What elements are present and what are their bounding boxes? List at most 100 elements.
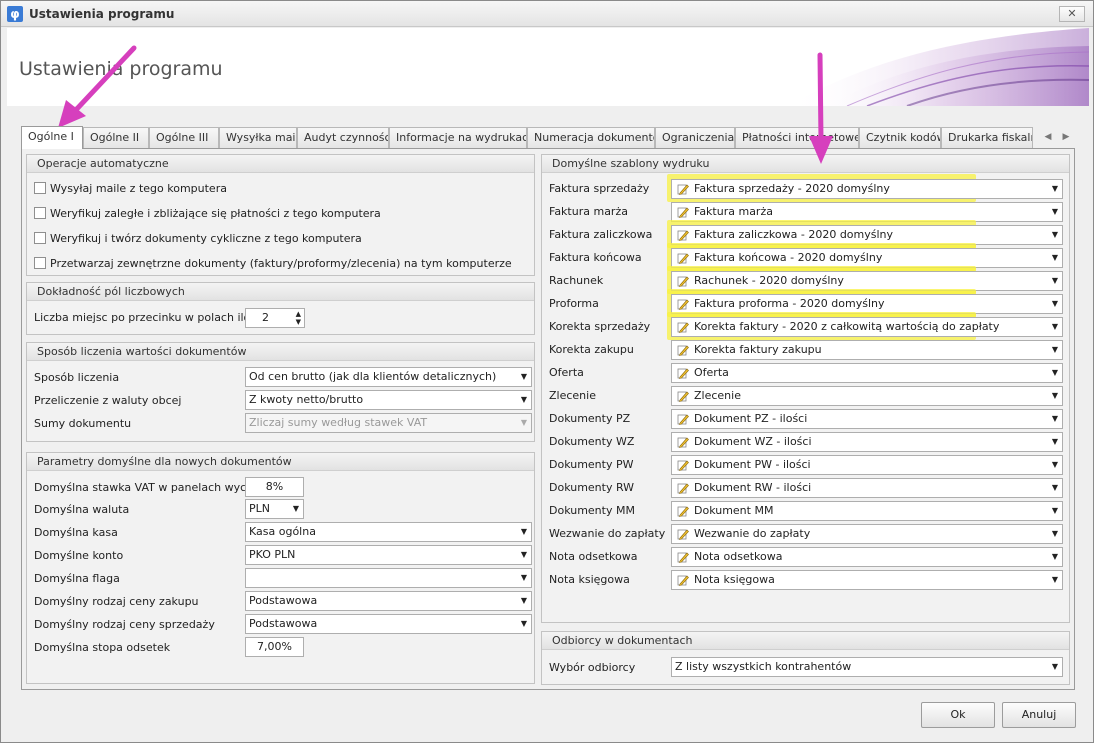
checkbox-send-mail[interactable]: Wysyłaj maile z tego komputera [34, 181, 227, 197]
template-pencil-icon [677, 299, 689, 310]
tab-4[interactable]: Wysyłka maili [219, 127, 297, 148]
template-select[interactable]: Dokument WZ - ilości ▼ [671, 432, 1063, 452]
template-select[interactable]: Korekta faktury - 2020 z całkowitą warto… [671, 317, 1063, 337]
group-title: Domyślne szablony wydruku [542, 155, 1069, 173]
group-title: Parametry domyślne dla nowych dokumentów [27, 453, 534, 471]
template-select[interactable]: Nota odsetkowa ▼ [671, 547, 1063, 567]
template-pencil-icon [677, 184, 689, 195]
currency-conversion-select[interactable]: Z kwoty netto/brutto ▼ [245, 390, 532, 410]
checkbox-box[interactable] [34, 207, 46, 219]
template-pencil-icon [677, 575, 689, 586]
template-label: Wezwanie do zapłaty [549, 527, 666, 540]
default-vat-field[interactable]: 8% [245, 477, 304, 497]
checkbox-external-docs[interactable]: Przetwarzaj zewnętrzne dokumenty (faktur… [34, 256, 512, 272]
template-select[interactable]: Dokument PZ - ilości ▼ [671, 409, 1063, 429]
tab-scroll-left-icon[interactable]: ◀ [1041, 129, 1055, 145]
tab-8[interactable]: Ograniczenia [655, 127, 735, 148]
tab-11[interactable]: Drukarka fiskaln [941, 127, 1033, 148]
template-select[interactable]: Dokument PW - ilości ▼ [671, 455, 1063, 475]
template-select[interactable]: Dokument MM ▼ [671, 501, 1063, 521]
tab-10[interactable]: Czytnik kodów [859, 127, 941, 148]
chevron-down-icon: ▼ [292, 504, 299, 513]
window-title: Ustawienia programu [29, 7, 175, 21]
template-label: Dokumenty PW [549, 458, 634, 471]
template-select[interactable]: Nota księgowa ▼ [671, 570, 1063, 590]
checkbox-box[interactable] [34, 182, 46, 194]
precision-label: Liczba miejsc po przecinku w polach iloś… [34, 311, 266, 324]
template-select[interactable]: Faktura końcowa - 2020 domyślny ▼ [671, 248, 1063, 268]
cancel-button[interactable]: Anuluj [1002, 702, 1076, 728]
tab-7[interactable]: Numeracja dokumentów [527, 127, 655, 148]
default-flag-select[interactable]: ▼ [245, 568, 532, 588]
checkbox-box[interactable] [34, 232, 46, 244]
default-purchase-price-select[interactable]: Podstawowa ▼ [245, 591, 532, 611]
template-label: Nota księgowa [549, 573, 630, 586]
tab-9[interactable]: Płatności internetowe [735, 127, 859, 148]
template-label: Nota odsetkowa [549, 550, 638, 563]
calc-group: Sposób liczenia wartości dokumentów Spos… [26, 342, 535, 442]
template-select[interactable]: Faktura marża ▼ [671, 202, 1063, 222]
page-title: Ustawienia programu [19, 58, 223, 80]
tab-strip: Ogólne I Ogólne II Ogólne III Wysyłka maili… [21, 126, 1073, 149]
stepper-up-icon[interactable]: ▲ [296, 310, 301, 318]
settings-window: φ Ustawienia programu ✕ Ustawienia progr… [0, 0, 1094, 743]
ok-button[interactable]: Ok [921, 702, 995, 728]
chevron-down-icon: ▼ [520, 527, 527, 536]
chevron-down-icon: ▼ [1051, 368, 1058, 377]
checkbox-cyclic-docs[interactable]: Weryfikuj i twórz dokumenty cykliczne z … [34, 231, 362, 247]
default-cashbox-select[interactable]: Kasa ogólna ▼ [245, 522, 532, 542]
default-interest-field[interactable]: 7,00% [245, 637, 304, 657]
chevron-down-icon: ▼ [1051, 662, 1058, 671]
chevron-down-icon: ▼ [1051, 460, 1058, 469]
template-pencil-icon [677, 391, 689, 402]
close-button[interactable]: ✕ [1059, 6, 1085, 22]
checkbox-box[interactable] [34, 257, 46, 269]
tab-6[interactable]: Informacje na wydrukach [389, 127, 527, 148]
chevron-down-icon: ▼ [1051, 276, 1058, 285]
template-select[interactable]: Zlecenie ▼ [671, 386, 1063, 406]
recipient-choice-select[interactable]: Z listy wszystkich kontrahentów ▼ [671, 657, 1063, 677]
template-select[interactable]: Oferta ▼ [671, 363, 1063, 383]
auto-ops-group: Operacje automatyczne Wysyłaj maile z te… [26, 154, 535, 276]
chevron-down-icon: ▼ [1051, 299, 1058, 308]
stepper-down-icon[interactable]: ▼ [296, 318, 301, 326]
chevron-down-icon: ▼ [1051, 345, 1058, 354]
template-select[interactable]: Faktura zaliczkowa - 2020 domyślny ▼ [671, 225, 1063, 245]
template-select[interactable]: Korekta faktury zakupu ▼ [671, 340, 1063, 360]
tab-scroll-right-icon[interactable]: ▶ [1059, 129, 1073, 145]
default-account-select[interactable]: PKO PLN ▼ [245, 545, 532, 565]
template-select[interactable]: Dokument RW - ilości ▼ [671, 478, 1063, 498]
chevron-down-icon: ▼ [1051, 483, 1058, 492]
tab-1[interactable]: Ogólne I [21, 126, 83, 149]
tab-5[interactable]: Audyt czynności [297, 127, 389, 148]
tab-2[interactable]: Ogólne II [83, 127, 149, 148]
checkbox-verify-payments[interactable]: Weryfikuj zaległe i zbliżające się płatn… [34, 206, 381, 222]
header-banner: Ustawienia programu [7, 28, 1089, 106]
precision-group: Dokładność pól liczbowych Liczba miejsc … [26, 282, 535, 335]
chevron-down-icon: ▼ [520, 596, 527, 605]
template-pencil-icon [677, 529, 689, 540]
chevron-down-icon: ▼ [520, 619, 527, 628]
decimal-places-stepper[interactable]: 2 ▲ ▼ [245, 308, 305, 328]
template-pencil-icon [677, 322, 689, 333]
content-area: Ogólne I Ogólne II Ogólne III Wysyłka maili… [7, 106, 1089, 728]
template-select[interactable]: Wezwanie do zapłaty ▼ [671, 524, 1063, 544]
chevron-down-icon: ▼ [520, 395, 527, 404]
default-currency-select[interactable]: PLN ▼ [245, 499, 304, 519]
template-label: Faktura sprzedaży [549, 182, 650, 195]
default-sale-price-label: Domyślny rodzaj ceny sprzedaży [34, 618, 215, 631]
currency-conversion-label: Przeliczenie z waluty obcej [34, 394, 182, 407]
template-select[interactable]: Rachunek - 2020 domyślny ▼ [671, 271, 1063, 291]
template-label: Faktura zaliczkowa [549, 228, 653, 241]
calc-method-select[interactable]: Od cen brutto (jak dla klientów detalicz… [245, 367, 532, 387]
template-select[interactable]: Faktura sprzedaży - 2020 domyślny ▼ [671, 179, 1063, 199]
template-select[interactable]: Faktura proforma - 2020 domyślny ▼ [671, 294, 1063, 314]
chevron-down-icon: ▼ [1051, 391, 1058, 400]
app-icon: φ [7, 6, 23, 22]
chevron-down-icon: ▼ [1051, 414, 1058, 423]
chevron-down-icon: ▼ [1051, 253, 1058, 262]
chevron-down-icon: ▼ [520, 573, 527, 582]
default-sale-price-select[interactable]: Podstawowa ▼ [245, 614, 532, 634]
tab-3[interactable]: Ogólne III [149, 127, 219, 148]
recipients-group: Odbiorcy w dokumentach Wybór odbiorcy Z … [541, 631, 1070, 685]
